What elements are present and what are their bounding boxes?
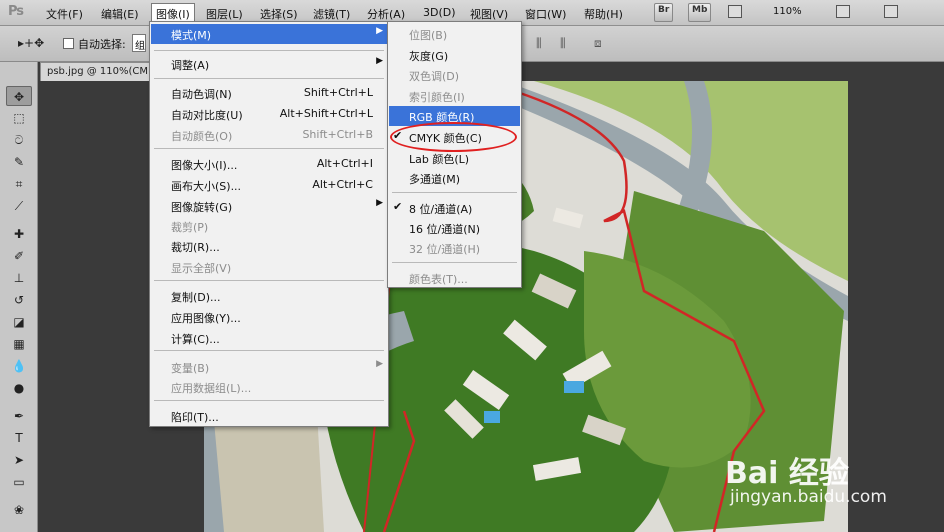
menu-item-crop: 裁剪(P) bbox=[171, 221, 209, 234]
mode-item-bitmap: 位图(B) bbox=[409, 29, 448, 42]
menu-item-variables: 变量(B) ▶ bbox=[171, 359, 383, 375]
move-tool-icon[interactable]: ✥ bbox=[6, 86, 32, 106]
menu-analysis[interactable]: 分析(A) bbox=[367, 6, 405, 22]
menu-help[interactable]: 帮助(H) bbox=[584, 6, 623, 22]
menu-item-reveal-all: 显示全部(V) bbox=[171, 262, 232, 275]
auto-align-icon[interactable]: ⧈ bbox=[594, 36, 602, 51]
crop-tool-icon[interactable]: ⌗ bbox=[6, 174, 32, 194]
menu-separator bbox=[154, 280, 384, 281]
menu-item-adjustments[interactable]: 调整(A) ▶ bbox=[151, 54, 387, 74]
clone-stamp-tool-icon[interactable]: ⊥ bbox=[6, 268, 32, 288]
photoshop-logo: Ps bbox=[8, 4, 24, 19]
menu-item-mode[interactable]: 模式(M) ▶ bbox=[151, 24, 387, 44]
marquee-tool-icon[interactable]: ⬚ bbox=[6, 108, 32, 128]
submenu-arrow-icon: ▶ bbox=[376, 26, 383, 36]
history-brush-tool-icon[interactable]: ↺ bbox=[6, 290, 32, 310]
type-tool-icon[interactable]: T bbox=[6, 428, 32, 448]
menu-select[interactable]: 选择(S) bbox=[260, 6, 298, 22]
healing-brush-tool-icon[interactable]: ✚ bbox=[6, 224, 32, 244]
menu-item-trim[interactable]: 裁切(R)... bbox=[151, 236, 387, 256]
mode-item-32-bit: 32 位/通道(H) bbox=[409, 243, 481, 256]
mini-bridge-button[interactable]: Mb bbox=[688, 3, 712, 22]
align-icon[interactable]: ⫼ bbox=[536, 36, 542, 51]
zoom-level[interactable]: 110% bbox=[773, 6, 802, 17]
menu-file[interactable]: 文件(F) bbox=[46, 6, 83, 22]
menu-item-apply-image[interactable]: 应用图像(Y)... bbox=[151, 307, 387, 327]
menu-separator bbox=[154, 350, 384, 351]
arrange-documents-icon[interactable] bbox=[836, 5, 850, 18]
menu-separator bbox=[392, 192, 517, 193]
quick-selection-tool-icon[interactable]: ✎ bbox=[6, 152, 32, 172]
distribute-icon[interactable]: ⫼ bbox=[560, 36, 566, 51]
auto-select-label: 自动选择: bbox=[78, 38, 126, 51]
menu-item-auto-contrast[interactable]: 自动对比度(U) Alt+Shift+Ctrl+L bbox=[151, 104, 387, 124]
shape-tool-icon[interactable]: ▭ bbox=[6, 472, 32, 492]
path-selection-tool-icon[interactable]: ➤ bbox=[6, 450, 32, 470]
eraser-tool-icon[interactable]: ◪ bbox=[6, 312, 32, 332]
bridge-button[interactable]: Br bbox=[654, 3, 674, 22]
move-tool-preset-icon[interactable]: ▸+✥ bbox=[18, 36, 44, 50]
submenu-arrow-icon: ▶ bbox=[376, 359, 383, 369]
mode-item-indexed-color: 索引颜色(I) bbox=[409, 91, 465, 104]
blur-tool-icon[interactable]: 💧 bbox=[6, 356, 32, 376]
lasso-tool-icon[interactable]: ට bbox=[6, 130, 32, 150]
mode-item-multichannel[interactable]: 多通道(M) bbox=[389, 168, 520, 188]
mode-submenu: 位图(B) 灰度(G) 双色调(D) 索引颜色(I) RGB 颜色(R) ✔ CM… bbox=[387, 21, 522, 288]
menu-separator bbox=[154, 400, 384, 401]
mode-item-16-bit[interactable]: 16 位/通道(N) bbox=[389, 218, 520, 238]
image-menu-dropdown: 模式(M) ▶ 调整(A) ▶ 自动色调(N) Shift+Ctrl+L 自动对比度(… bbox=[149, 21, 389, 427]
menu-item-duplicate[interactable]: 复制(D)... bbox=[151, 286, 387, 306]
menu-separator bbox=[154, 50, 384, 51]
eyedropper-tool-icon[interactable]: ⟋ bbox=[6, 196, 32, 216]
menu-item-auto-tone[interactable]: 自动色调(N) Shift+Ctrl+L bbox=[151, 83, 387, 103]
menu-item-canvas-size[interactable]: 画布大小(S)... Alt+Ctrl+C bbox=[151, 175, 387, 195]
mode-item-duotone: 双色调(D) bbox=[409, 70, 460, 83]
menu-edit[interactable]: 编辑(E) bbox=[101, 6, 139, 22]
gradient-tool-icon[interactable]: ▦ bbox=[6, 334, 32, 354]
menu-item-trap[interactable]: 陷印(T)... bbox=[151, 406, 387, 426]
menu-item-image-rotation[interactable]: 图像旋转(G) ▶ bbox=[151, 196, 387, 216]
mode-item-grayscale[interactable]: 灰度(G) bbox=[389, 45, 520, 65]
menu-item-auto-color: 自动颜色(O) Shift+Ctrl+B bbox=[171, 128, 373, 143]
annotation-circle bbox=[390, 122, 517, 152]
menu-window[interactable]: 窗口(W) bbox=[525, 6, 566, 22]
watermark-url: jingyan.baidu.com bbox=[730, 487, 887, 507]
mode-item-color-table: 颜色表(T)... bbox=[409, 273, 468, 286]
view-extras-icon[interactable] bbox=[728, 5, 742, 18]
checkmark-icon: ✔ bbox=[393, 200, 403, 213]
auto-select-dropdown[interactable]: 组 bbox=[132, 34, 146, 52]
menu-image[interactable]: 图像(I) bbox=[151, 3, 195, 22]
menu-separator bbox=[392, 262, 517, 263]
brush-tool-icon[interactable]: ✐ bbox=[6, 246, 32, 266]
pen-tool-icon[interactable]: ✒ bbox=[6, 406, 32, 426]
toolbox: ✥ ⬚ ට ✎ ⌗ ⟋ ✚ ✐ ⊥ ↺ ◪ ▦ 💧 ● ✒ T ➤ ▭ ❀ bbox=[0, 62, 38, 532]
submenu-arrow-icon: ▶ bbox=[376, 56, 383, 66]
mode-item-8-bit[interactable]: ✔ 8 位/通道(A) bbox=[389, 198, 520, 218]
menu-separator bbox=[154, 148, 384, 149]
menu-separator bbox=[154, 78, 384, 79]
3d-rotate-tool-icon[interactable]: ❀ bbox=[6, 500, 32, 520]
watermark-brand: Bai 经验 bbox=[725, 456, 849, 491]
dodge-tool-icon[interactable]: ● bbox=[6, 378, 32, 398]
screen-mode-icon[interactable] bbox=[884, 5, 898, 18]
menu-item-calculations[interactable]: 计算(C)... bbox=[151, 328, 387, 348]
menu-layer[interactable]: 图层(L) bbox=[206, 6, 243, 22]
menu-filter[interactable]: 滤镜(T) bbox=[313, 6, 350, 22]
menu-item-apply-data-set: 应用数据组(L)... bbox=[171, 382, 252, 395]
menu-view[interactable]: 视图(V) bbox=[470, 6, 508, 22]
submenu-arrow-icon: ▶ bbox=[376, 198, 383, 208]
menu-item-image-size[interactable]: 图像大小(I)... Alt+Ctrl+I bbox=[151, 154, 387, 174]
menu-3d[interactable]: 3D(D) bbox=[423, 6, 456, 19]
auto-select-checkbox[interactable] bbox=[63, 38, 74, 49]
